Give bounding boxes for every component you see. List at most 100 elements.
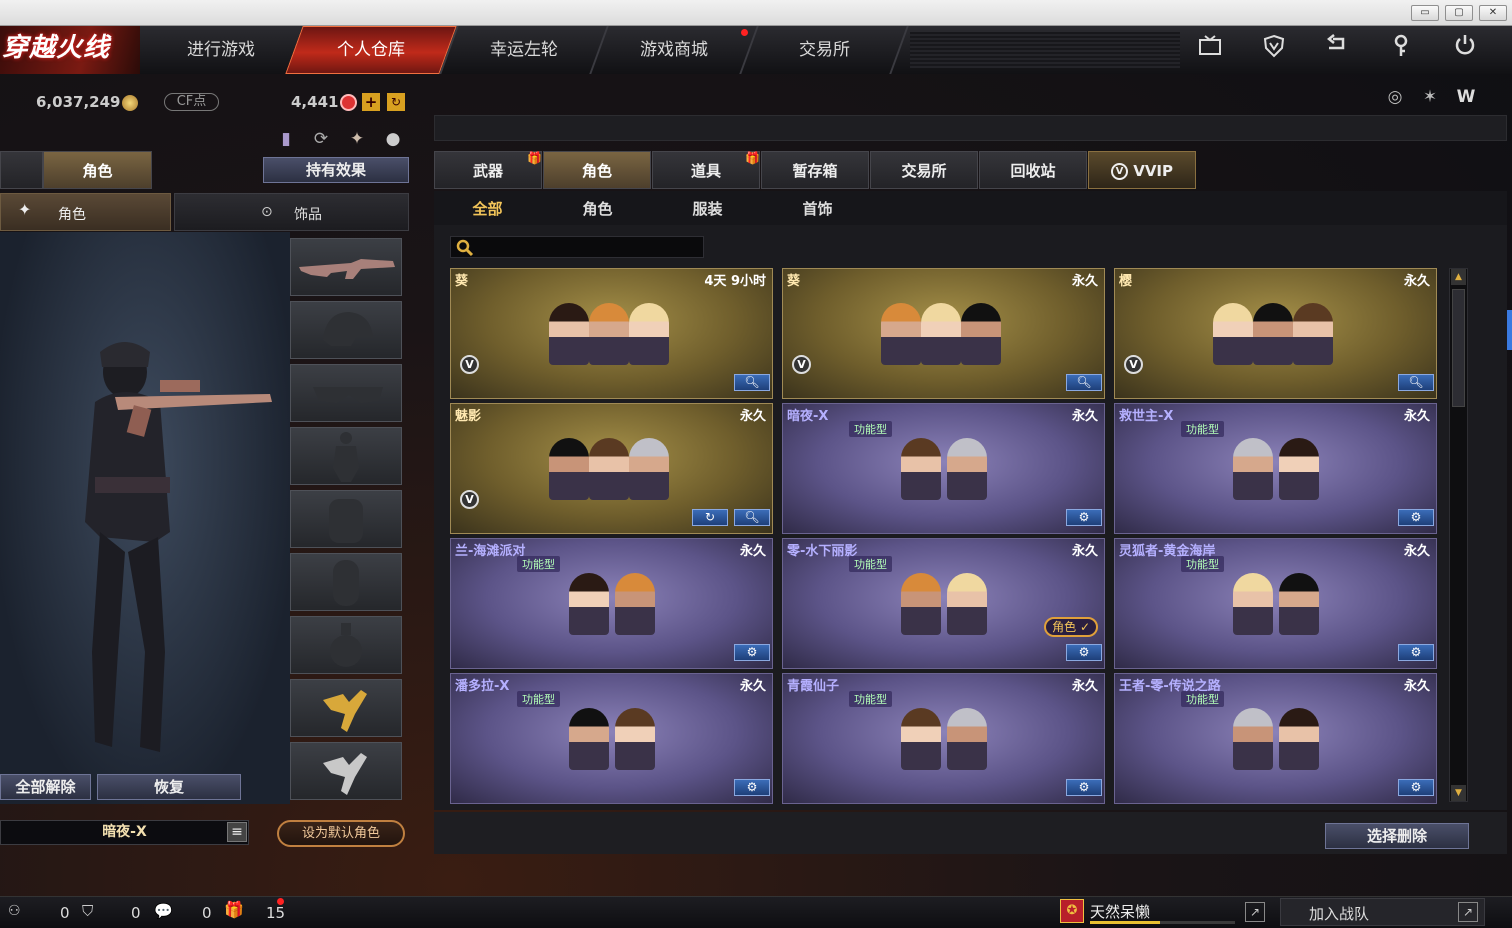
inv-tab-roles[interactable]: 角色 <box>543 151 651 189</box>
rotate-icon[interactable]: ⟳ <box>309 127 333 151</box>
nav-tab-play[interactable]: 进行游戏 <box>139 26 305 74</box>
recharge-plus-icon[interactable]: + <box>362 93 380 111</box>
nav-tab-exchange[interactable]: 交易所 <box>741 26 909 74</box>
set-default-role-button[interactable]: 设为默认角色 <box>277 820 405 847</box>
settings-button[interactable]: ⚙ <box>734 644 770 661</box>
inv-tab-exchange[interactable]: 交易所 <box>870 151 978 189</box>
subtab-all[interactable]: 全部 <box>440 195 535 223</box>
character-preview[interactable] <box>0 232 290 804</box>
nav-tab-inventory[interactable]: 个人仓库 <box>285 26 459 74</box>
settings-button[interactable]: ⚙ <box>1398 779 1434 796</box>
inv-tab-vvip[interactable]: V VVIP <box>1088 151 1196 189</box>
slot-spray-1[interactable] <box>290 679 402 737</box>
settings-button[interactable]: ⚙ <box>1066 509 1102 526</box>
item-card[interactable]: 樱 永久 V 🔍︎ <box>1114 268 1437 399</box>
target-icon[interactable]: ◎ <box>1383 85 1407 109</box>
item-card[interactable]: 葵 永久 V 🔍︎ <box>782 268 1105 399</box>
friends-icon[interactable]: ⚇ <box>8 903 21 919</box>
gift-icon: 🎁 <box>745 151 760 165</box>
subtab-role[interactable]: 角色 <box>550 195 645 223</box>
nav-tab-shop[interactable]: 游戏商城 <box>591 26 759 74</box>
power-icon[interactable] <box>1449 34 1481 66</box>
refresh-balance-icon[interactable]: ↻ <box>387 93 405 111</box>
left-tab-partial[interactable] <box>0 151 43 189</box>
slot-weapon[interactable] <box>290 238 402 296</box>
sub-tab-accessory[interactable]: ⊙ 饰品 <box>174 193 409 231</box>
subtab-jewelry[interactable]: 首饰 <box>770 195 865 223</box>
chat-icon[interactable]: 💬 <box>154 902 173 920</box>
item-card[interactable]: 潘多拉-X 永久 功能型 ⚙ <box>450 673 773 804</box>
close-button[interactable]: ✕ <box>1479 5 1507 21</box>
renew-button[interactable]: ↻ <box>692 509 728 526</box>
item-card[interactable]: 兰-海滩派对 永久 功能型 ⚙ <box>450 538 773 669</box>
settings-button[interactable]: ⚙ <box>734 779 770 796</box>
slot-backpack[interactable] <box>290 490 402 548</box>
clan-shield-icon[interactable]: ⛉ <box>82 902 93 920</box>
preview-button[interactable]: 🔍︎ <box>1066 374 1102 391</box>
clan-popout-icon[interactable]: ↗ <box>1458 902 1478 922</box>
wrench-icon[interactable]: ✶ <box>1418 85 1442 109</box>
equipped-role-badge: 角色 ✓ <box>1044 617 1098 637</box>
slot-glasses[interactable] <box>290 364 402 422</box>
ranking-icon[interactable]: ▮ <box>274 127 298 151</box>
slot-body[interactable] <box>290 427 402 485</box>
settings-button[interactable]: ⚙ <box>1398 509 1434 526</box>
tv-icon[interactable] <box>1194 34 1226 66</box>
pose-icon[interactable]: ✦ <box>345 127 369 151</box>
slot-helmet[interactable] <box>290 301 402 359</box>
item-card[interactable]: 零-水下丽影 永久 功能型 角色 ✓ ⚙ <box>782 538 1105 669</box>
item-card[interactable]: 救世主-X 永久 功能型 ⚙ <box>1114 403 1437 534</box>
nav-tab-lucky-revolver[interactable]: 幸运左轮 <box>441 26 609 74</box>
slot-spray-2[interactable] <box>290 742 402 800</box>
item-card[interactable]: 暗夜-X 永久 功能型 ⚙ <box>782 403 1105 534</box>
preview-button[interactable]: 🔍︎ <box>734 509 770 526</box>
held-effects-button[interactable]: 持有效果 <box>263 157 409 183</box>
item-scrollbar[interactable]: ▲ ▼ <box>1449 268 1468 802</box>
vip-w-icon[interactable]: W <box>1454 85 1478 109</box>
shield-icon[interactable] <box>1258 34 1290 66</box>
sub-tab-role[interactable]: ✦ 角色 <box>0 193 171 231</box>
gear-icon: ⚙ <box>1078 510 1090 524</box>
gift-icon: 🎁 <box>527 151 542 165</box>
search-box[interactable] <box>450 236 704 258</box>
item-card[interactable]: 青霞仙子 永久 功能型 ⚙ <box>782 673 1105 804</box>
inv-tab-storage[interactable]: 暂存箱 <box>761 151 869 189</box>
unequip-all-button[interactable]: 全部解除 <box>0 774 91 800</box>
gift-icon[interactable]: 🎁 <box>224 900 244 919</box>
slot-grenade[interactable] <box>290 616 402 674</box>
scroll-thumb[interactable] <box>1452 289 1465 407</box>
character-portrait <box>549 438 589 500</box>
scroll-down-icon[interactable]: ▼ <box>1451 785 1466 801</box>
inv-tab-weapons[interactable]: 武器 <box>434 151 542 189</box>
key-icon[interactable] <box>1385 34 1417 66</box>
settings-button[interactable]: ⚙ <box>1398 644 1434 661</box>
item-card[interactable]: 葵 4天 9小时 V 🔍︎ <box>450 268 773 399</box>
scroll-up-icon[interactable]: ▲ <box>1451 269 1466 285</box>
preview-button[interactable]: 🔍︎ <box>1398 374 1434 391</box>
item-card[interactable]: 灵狐者-黄金海岸 永久 功能型 ⚙ <box>1114 538 1437 669</box>
restore-button[interactable]: 恢复 <box>97 774 241 800</box>
subtab-outfit[interactable]: 服装 <box>660 195 755 223</box>
maximize-button[interactable]: ▢ <box>1445 5 1473 21</box>
inv-tab-recycle[interactable]: 回收站 <box>979 151 1087 189</box>
settings-button[interactable]: ⚙ <box>1066 779 1102 796</box>
inv-tab-items[interactable]: 道具 <box>652 151 760 189</box>
search-input[interactable] <box>477 238 699 256</box>
bomb-icon[interactable]: ● <box>381 127 405 151</box>
select-delete-button[interactable]: 选择删除 <box>1325 823 1469 849</box>
menu-icon[interactable]: ≡ <box>227 822 247 842</box>
character-portrait <box>1213 303 1253 365</box>
join-clan-bar[interactable]: 加入战队 ↗ <box>1280 898 1485 926</box>
item-card[interactable]: 王者-零-传说之路 永久 功能型 ⚙ <box>1114 673 1437 804</box>
search-icon: 🔍︎ <box>1076 375 1092 389</box>
exp-bar <box>1090 921 1235 924</box>
preview-button[interactable]: 🔍︎ <box>734 374 770 391</box>
profile-popout-icon[interactable]: ↗ <box>1245 902 1265 922</box>
settings-button[interactable]: ⚙ <box>1066 644 1102 661</box>
slot-canteen[interactable] <box>290 553 402 611</box>
return-icon[interactable] <box>1321 34 1353 66</box>
item-card[interactable]: 魅影 永久 V 🔍︎ ↻ <box>450 403 773 534</box>
minimize-button[interactable]: ▭ <box>1411 5 1439 21</box>
left-tab-role[interactable]: 角色 <box>43 151 152 189</box>
username[interactable]: 天然呆懒 <box>1090 901 1150 922</box>
